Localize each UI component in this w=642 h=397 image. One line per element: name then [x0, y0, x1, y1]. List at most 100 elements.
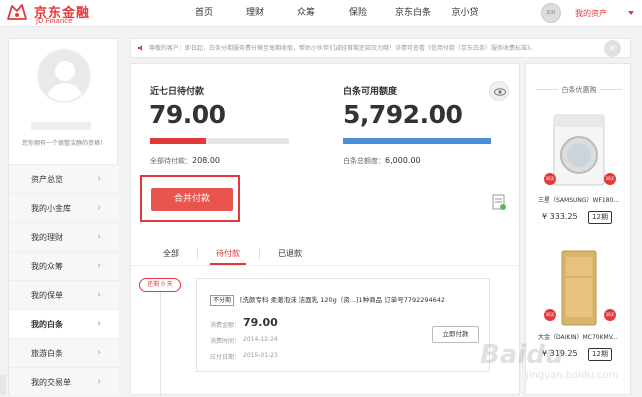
promo-badge: 30天	[604, 309, 616, 321]
tab-divider-line	[131, 265, 521, 266]
credit-progress-bar	[343, 138, 491, 144]
credit-total: 白条总额度：6,000.00	[343, 156, 421, 166]
promo-title: 白条优惠购	[561, 86, 597, 94]
scrollbar[interactable]	[0, 375, 6, 395]
sidebar-item-asset-overview[interactable]: 资产总览 ›	[9, 164, 119, 193]
sidebar-item-my-policy[interactable]: 我的保单 ›	[9, 280, 119, 309]
jd-finance-logo[interactable]: 京东金融 JD Finance	[6, 2, 106, 26]
sidebar-item-small-vault[interactable]: 我的小金库 ›	[9, 193, 119, 222]
chevron-right-icon: ›	[97, 203, 101, 213]
due-7-days-amount: 79.00	[149, 100, 226, 129]
total-due-label: 全部待付款：	[150, 157, 192, 165]
due-progress-bar	[150, 138, 289, 144]
air-purifier-image[interactable]	[548, 247, 610, 329]
notice-bar: 尊敬的客户：即日起，白条分期服务费分摊至每期收取，帮助小伙伴们减轻首期还款压力哦…	[130, 38, 631, 58]
due-7-days-title: 近七日待付款	[150, 87, 205, 97]
chevron-down-icon[interactable]	[628, 11, 634, 15]
installment-tag: 不分期	[210, 295, 235, 306]
sidebar-item-my-orders[interactable]: 我的交易单 ›	[9, 367, 119, 396]
credit-progress-fill	[343, 138, 491, 144]
nav-jd-baitiao[interactable]: 京东白条	[384, 0, 442, 27]
credit-available-amount: 5,792.00	[343, 100, 463, 129]
order-title[interactable]: [洗颜专科 柔澈泡沫 洁面乳 120g（资...]1种商品 订单号7792294…	[240, 295, 445, 306]
merge-pay-button[interactable]: 合并付款	[151, 188, 233, 211]
baidu-watermark: Baidu jingyan.baidu.com	[466, 340, 619, 390]
promo-badge: 30天	[604, 173, 616, 185]
bill-tabs: 全部 待付款 已退款	[151, 245, 411, 265]
washing-machine-image[interactable]	[548, 109, 610, 191]
avatar-head-shape	[55, 61, 75, 81]
user-avatar[interactable]: JDH	[541, 3, 561, 23]
pay-button-highlight: 合并付款	[140, 175, 240, 222]
sidebar-item-my-crowdfunding[interactable]: 我的众筹 ›	[9, 251, 119, 280]
watermark-text: Baidu	[480, 340, 564, 370]
divider	[600, 89, 622, 90]
sidebar-item-label: 我的保单	[31, 291, 63, 300]
chevron-right-icon: ›	[97, 232, 101, 242]
sidebar-item-my-baitiao[interactable]: 我的白条 ›	[9, 309, 119, 338]
chevron-right-icon: ›	[97, 319, 101, 329]
sidebar-menu: 资产总览 › 我的小金库 › 我的理财 › 我的众筹 › 我的保单 › 我的白条 › 旅游白…	[9, 164, 119, 396]
logo-text-en: JD Finance	[36, 17, 73, 25]
toggle-visibility-button[interactable]	[489, 81, 509, 101]
chevron-right-icon: ›	[97, 348, 101, 358]
installment-term: 12期	[588, 211, 612, 224]
sidebar-item-travel-baitiao[interactable]: 旅游白条 ›	[9, 338, 119, 367]
days-left-badge: 还剩 0 天	[139, 278, 181, 292]
chevron-right-icon: ›	[97, 377, 101, 387]
notice-text: 尊敬的客户：即日起，白条分期服务费分摊至每期收取，帮助小伙伴们减轻首期还款压力哦…	[149, 45, 537, 52]
product-price: ¥ 333.25	[542, 212, 578, 221]
watermark-sub: jingyan.baidu.com	[526, 370, 619, 381]
nav-home[interactable]: 首页	[178, 0, 230, 27]
document-icon[interactable]	[492, 194, 507, 211]
top-navigation-bar: 京东金融 JD Finance 首页 理财 众筹 保险 京东白条 京小贷 JDH…	[0, 0, 642, 27]
tab-pending[interactable]: 待付款	[210, 245, 246, 265]
due-date-label: 应付日期：	[210, 354, 241, 361]
credit-total-value: 6,000.00	[385, 156, 421, 165]
credit-available-title: 白条可用额度	[343, 87, 398, 97]
jd-dog-logo-icon	[7, 4, 27, 20]
nav-jd-xiaodai[interactable]: 京小贷	[442, 0, 488, 27]
sidebar: 您你拥有一个很整洁静的资格！ 资产总览 › 我的小金库 › 我的理财 › 我的众筹 › …	[8, 38, 119, 396]
time-label: 消费时间：	[210, 338, 241, 345]
my-assets-link[interactable]: 我的资产	[575, 0, 607, 27]
username-placeholder	[31, 122, 91, 130]
sidebar-item-label: 我的白条	[31, 320, 63, 329]
speaker-icon	[138, 45, 142, 51]
due-date-value: 2015-01-23	[243, 352, 278, 359]
nav-crowdfunding[interactable]: 众筹	[280, 0, 332, 27]
chevron-right-icon: ›	[97, 174, 101, 184]
amount-value: 79.00	[243, 316, 278, 329]
eye-icon	[494, 88, 506, 96]
promo-badge: 30天	[544, 309, 556, 321]
tab-refunded[interactable]: 已退款	[278, 245, 302, 263]
nav-wealth[interactable]: 理财	[230, 0, 280, 27]
timeline-line	[160, 286, 161, 396]
sidebar-item-label: 我的小金库	[31, 204, 71, 213]
tab-divider	[259, 249, 260, 259]
sidebar-item-my-wealth[interactable]: 我的理财 ›	[9, 222, 119, 251]
close-icon[interactable]: ×	[604, 40, 621, 57]
chevron-right-icon: ›	[97, 290, 101, 300]
sidebar-item-label: 资产总览	[31, 175, 63, 184]
promo-badge: 30天	[544, 173, 556, 185]
sidebar-item-label: 我的交易单	[31, 378, 71, 387]
nav-insurance[interactable]: 保险	[332, 0, 384, 27]
due-progress-fill	[150, 138, 206, 144]
tab-all[interactable]: 全部	[163, 245, 179, 263]
chevron-right-icon: ›	[97, 261, 101, 271]
baitiao-main-panel: 近七日待付款 79.00 全部待付款：208.00 白条可用额度 5,792.0…	[130, 63, 521, 396]
total-due: 全部待付款：208.00	[150, 156, 220, 166]
profile-tip: 您你拥有一个很整洁静的资格！	[21, 140, 106, 147]
bill-card: 不分期 [洗颜专科 柔澈泡沫 洁面乳 120g（资...]1种商品 订单号779…	[196, 278, 490, 372]
credit-total-label: 白条总额度：	[343, 157, 385, 165]
product-name[interactable]: 三星（SAMSUNG）WF180...	[538, 195, 624, 204]
amount-label: 消费金额：	[210, 322, 241, 329]
sidebar-item-label: 旅游白条	[31, 349, 63, 358]
time-value: 2014-12-24	[243, 336, 278, 343]
tab-divider	[197, 249, 198, 259]
total-due-value: 208.00	[192, 156, 220, 165]
profile-avatar[interactable]	[37, 49, 91, 103]
sidebar-item-label: 我的理财	[31, 233, 63, 242]
main-nav: 首页 理财 众筹 保险 京东白条 京小贷	[178, 0, 488, 27]
